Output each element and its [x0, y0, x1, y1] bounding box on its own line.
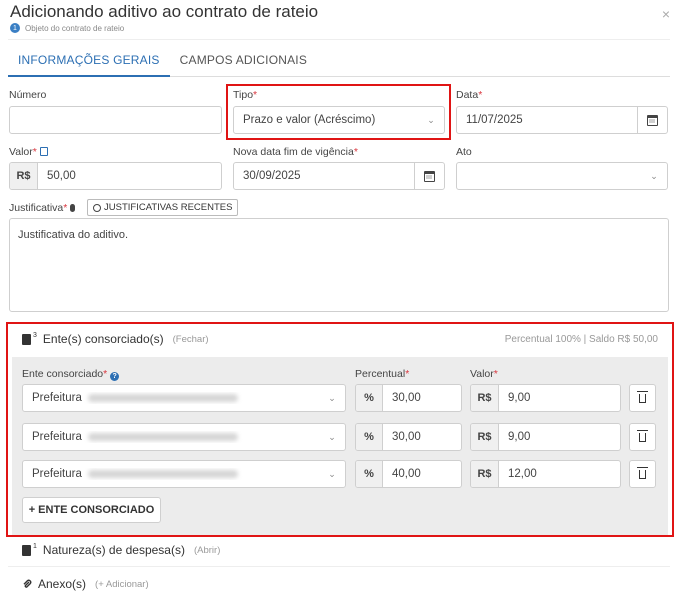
ente-column-label: Ente consorciado* ?: [22, 368, 120, 381]
modal-header: Adicionando aditivo ao contrato de ratei…: [10, 2, 670, 38]
numero-input[interactable]: [9, 106, 222, 134]
close-icon[interactable]: ×: [662, 6, 670, 22]
chevron-down-icon: ⌄: [650, 170, 658, 181]
valor-input[interactable]: R$ 9,00: [470, 423, 621, 451]
copy-icon[interactable]: [39, 147, 48, 156]
tipo-label: Tipo*: [233, 89, 258, 101]
valor-column-label: Valor*: [470, 368, 498, 380]
valor-label: Valor*: [9, 146, 48, 158]
valor-input[interactable]: R$ 50,00: [9, 162, 222, 190]
step-label: Objeto do contrato de rateio: [25, 23, 125, 33]
percentual-column-label: Percentual*: [355, 368, 410, 380]
anexos-section-header: Anexo(s) (+ Adicionar): [22, 577, 149, 591]
entes-summary: Percentual 100% | Saldo R$ 50,00: [504, 334, 658, 345]
tipo-value: Prazo e valor (Acréscimo): [243, 114, 376, 126]
document-icon: [22, 333, 31, 345]
help-icon[interactable]: ?: [110, 372, 120, 381]
nova-data-label: Nova data fim de vigência*: [233, 146, 358, 158]
ente-select[interactable]: Prefeitura ⌄: [22, 423, 346, 451]
ente-select[interactable]: Prefeitura ⌄: [22, 384, 346, 412]
natureza-section-header: 1 Natureza(s) de despesa(s) (Abrir): [22, 543, 220, 557]
delete-row-button[interactable]: [629, 384, 656, 412]
natureza-title: Natureza(s) de despesa(s): [42, 543, 185, 557]
trash-icon: [637, 390, 648, 403]
ato-select[interactable]: ⌄: [456, 162, 668, 190]
paperclip-icon: [23, 579, 32, 588]
step-number: 1: [10, 23, 20, 33]
section-divider: [8, 566, 670, 567]
anexos-add-link[interactable]: (+ Adicionar): [95, 579, 149, 590]
percentual-input[interactable]: % 30,00: [355, 384, 462, 412]
add-ente-button[interactable]: + ENTE CONSORCIADO: [22, 497, 161, 523]
tab-campos-adicionais[interactable]: CAMPOS ADICIONAIS: [170, 50, 317, 77]
delete-row-button[interactable]: [629, 423, 656, 451]
tab-bar: INFORMAÇÕES GERAIS CAMPOS ADICIONAIS: [8, 50, 670, 77]
justificativas-recentes-button[interactable]: JUSTIFICATIVAS RECENTES: [87, 199, 239, 216]
chevron-down-icon: ⌄: [328, 468, 336, 479]
delete-row-button[interactable]: [629, 460, 656, 488]
step-indicator: 1 Objeto do contrato de rateio: [10, 23, 670, 33]
redacted-text: [87, 469, 238, 478]
entes-title: Ente(s) consorciado(s): [42, 332, 164, 346]
numero-label: Número: [9, 89, 47, 101]
anexos-title: Anexo(s): [38, 577, 87, 591]
redacted-text: [87, 432, 238, 441]
tab-informacoes-gerais[interactable]: INFORMAÇÕES GERAIS: [8, 50, 170, 77]
justificativa-label: Justificativa*: [9, 202, 78, 214]
data-label: Data*: [456, 89, 483, 101]
modal-title: Adicionando aditivo ao contrato de ratei…: [10, 2, 319, 21]
valor-input[interactable]: R$ 12,00: [470, 460, 621, 488]
valor-input[interactable]: R$ 9,00: [470, 384, 621, 412]
ato-label: Ato: [456, 146, 472, 158]
data-input[interactable]: 11/07/2025: [456, 106, 668, 134]
trash-icon: [637, 466, 648, 479]
clock-icon: [93, 203, 101, 212]
ente-select[interactable]: Prefeitura ⌄: [22, 460, 346, 488]
calendar-icon[interactable]: [414, 163, 444, 189]
calendar-icon[interactable]: [637, 107, 667, 133]
chevron-down-icon: ⌄: [328, 392, 336, 403]
document-icon: [22, 544, 31, 556]
chevron-down-icon: ⌄: [427, 114, 435, 125]
nova-data-input[interactable]: 30/09/2025: [233, 162, 445, 190]
natureza-toggle-link[interactable]: (Abrir): [194, 545, 220, 556]
header-divider: [8, 39, 670, 40]
currency-prefix: R$: [10, 163, 38, 189]
percentual-input[interactable]: % 40,00: [355, 460, 462, 488]
tipo-select[interactable]: Prazo e valor (Acréscimo) ⌄: [233, 106, 445, 134]
justificativa-textarea[interactable]: Justificativa do aditivo.: [9, 218, 669, 312]
percentual-input[interactable]: % 30,00: [355, 423, 462, 451]
entes-toggle-link[interactable]: (Fechar): [173, 334, 209, 345]
microphone-icon[interactable]: [70, 204, 76, 212]
redacted-text: [87, 393, 238, 402]
entes-section-header: 3 Ente(s) consorciado(s) (Fechar): [22, 332, 209, 346]
chevron-down-icon: ⌄: [328, 431, 336, 442]
trash-icon: [637, 429, 648, 442]
